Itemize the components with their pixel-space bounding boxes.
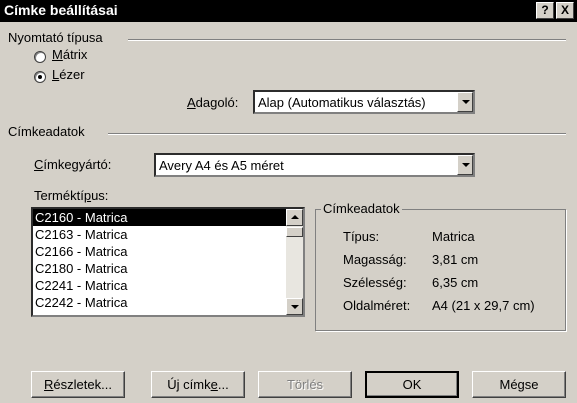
width-label: Szélesség: <box>343 275 407 290</box>
label-info-divider <box>108 133 566 135</box>
scroll-thumb[interactable] <box>286 227 303 237</box>
scroll-down-button[interactable] <box>286 298 303 315</box>
feeder-select-value: Alap (Automatikus választás) <box>258 95 426 110</box>
vendor-dropdown-button[interactable] <box>457 155 473 175</box>
feeder-dropdown-button[interactable] <box>457 92 473 112</box>
chevron-down-icon <box>462 163 470 167</box>
chevron-down-icon <box>462 100 470 104</box>
title-bar: Címke beállításai ? X <box>0 0 577 22</box>
height-value: 3,81 cm <box>432 252 479 267</box>
ok-button[interactable]: OK <box>365 371 459 398</box>
cancel-button[interactable]: Mégse <box>472 371 566 398</box>
vendor-select[interactable]: Avery A4 és A5 méret <box>154 153 475 177</box>
matrix-radio[interactable] <box>34 51 46 63</box>
feeder-label: Adagoló: <box>187 95 239 110</box>
matrix-radio-label[interactable]: Mátrix <box>52 47 87 62</box>
chevron-up-icon <box>291 215 299 219</box>
label-options-dialog: Címke beállításai ? X Nyomtató típusa Má… <box>0 0 577 403</box>
printer-type-heading: Nyomtató típusa <box>8 30 103 45</box>
product-type-label: Terméktípus: <box>34 188 109 203</box>
help-button[interactable]: ? <box>536 2 554 19</box>
label-details-heading: Címkeadatok <box>321 201 402 216</box>
laser-radio[interactable] <box>34 71 46 83</box>
delete-button[interactable]: Törlés <box>258 371 352 398</box>
type-value: Matrica <box>432 229 475 244</box>
close-button[interactable]: X <box>556 2 574 19</box>
product-list-scrollbar[interactable] <box>286 209 303 315</box>
list-item[interactable]: C2180 - Matrica <box>33 260 288 277</box>
details-button[interactable]: Részletek... <box>31 371 125 398</box>
scroll-up-button[interactable] <box>286 209 303 226</box>
label-info-heading: Címkeadatok <box>8 124 85 139</box>
new-label-button[interactable]: Új címke... <box>151 371 245 398</box>
vendor-select-value: Avery A4 és A5 méret <box>159 158 284 173</box>
list-item[interactable]: C2241 - Matrica <box>33 277 288 294</box>
vendor-label: Címkegyártó: <box>34 157 112 172</box>
width-value: 6,35 cm <box>432 275 479 290</box>
page-size-value: A4 (21 x 29,7 cm) <box>432 298 535 313</box>
type-label: Típus: <box>343 229 380 244</box>
printer-type-divider <box>128 39 566 41</box>
page-size-label: Oldalméret: <box>343 298 411 313</box>
height-label: Magasság: <box>343 252 407 267</box>
chevron-down-icon <box>291 305 299 309</box>
window-title: Címke beállításai <box>4 2 118 18</box>
list-item[interactable]: C2163 - Matrica <box>33 226 288 243</box>
feeder-select[interactable]: Alap (Automatikus választás) <box>253 90 475 114</box>
list-item[interactable]: C2166 - Matrica <box>33 243 288 260</box>
radio-selected-dot <box>38 75 42 79</box>
laser-radio-label[interactable]: Lézer <box>52 67 85 82</box>
list-item[interactable]: C2160 - Matrica <box>33 209 288 226</box>
product-type-list[interactable]: C2160 - Matrica C2163 - Matrica C2166 - Ma… <box>31 207 305 317</box>
list-item[interactable]: C2242 - Matrica <box>33 294 288 311</box>
